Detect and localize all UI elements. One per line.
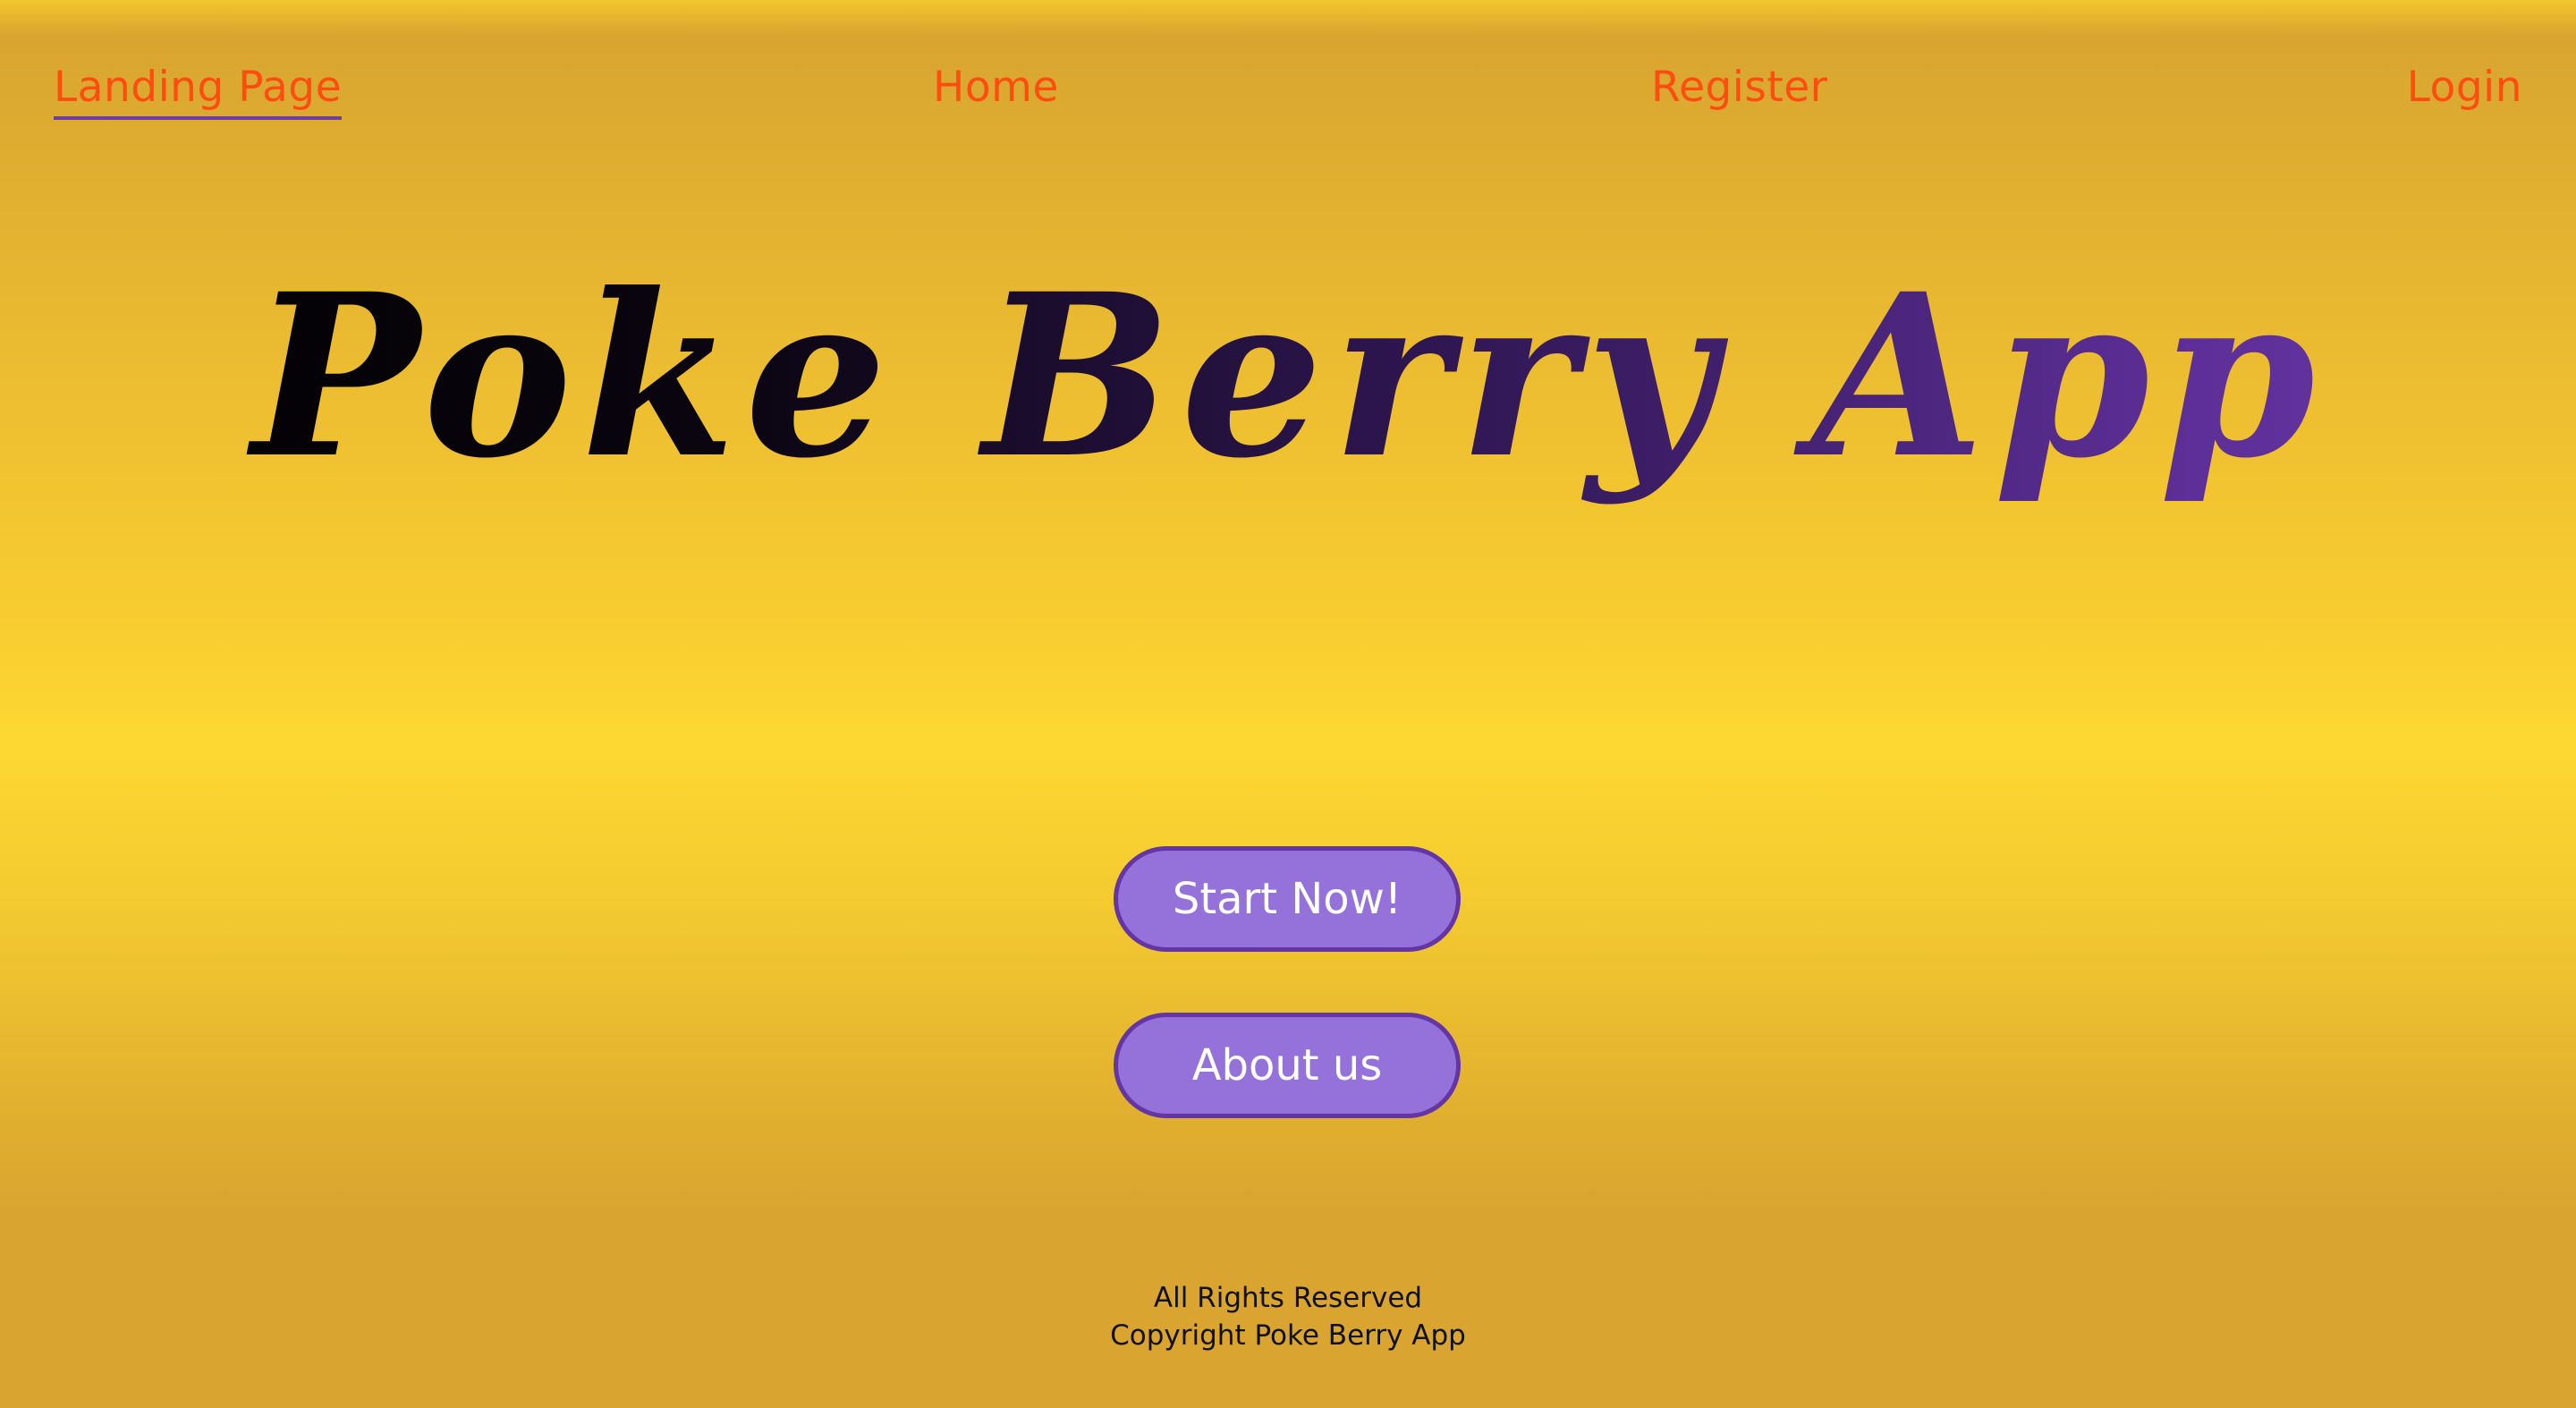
footer-rights-text: All Rights Reserved xyxy=(1153,1282,1423,1314)
nav-link-register[interactable]: Register xyxy=(1651,61,1828,115)
nav-link-login[interactable]: Login xyxy=(2407,61,2522,115)
start-now-button[interactable]: Start Now! xyxy=(1114,846,1461,952)
footer-copyright-text: Copyright Poke Berry App xyxy=(1110,1319,1466,1352)
nav-link-landing-page[interactable]: Landing Page xyxy=(54,61,343,120)
top-navigation: Landing Page Home Register Login xyxy=(0,0,2576,179)
hero-title: Poke Berry App xyxy=(0,197,2576,555)
about-us-button[interactable]: About us xyxy=(1114,1013,1461,1118)
nav-link-home[interactable]: Home xyxy=(933,61,1059,115)
footer: All Rights Reserved Copyright Poke Berry… xyxy=(0,1279,2576,1354)
